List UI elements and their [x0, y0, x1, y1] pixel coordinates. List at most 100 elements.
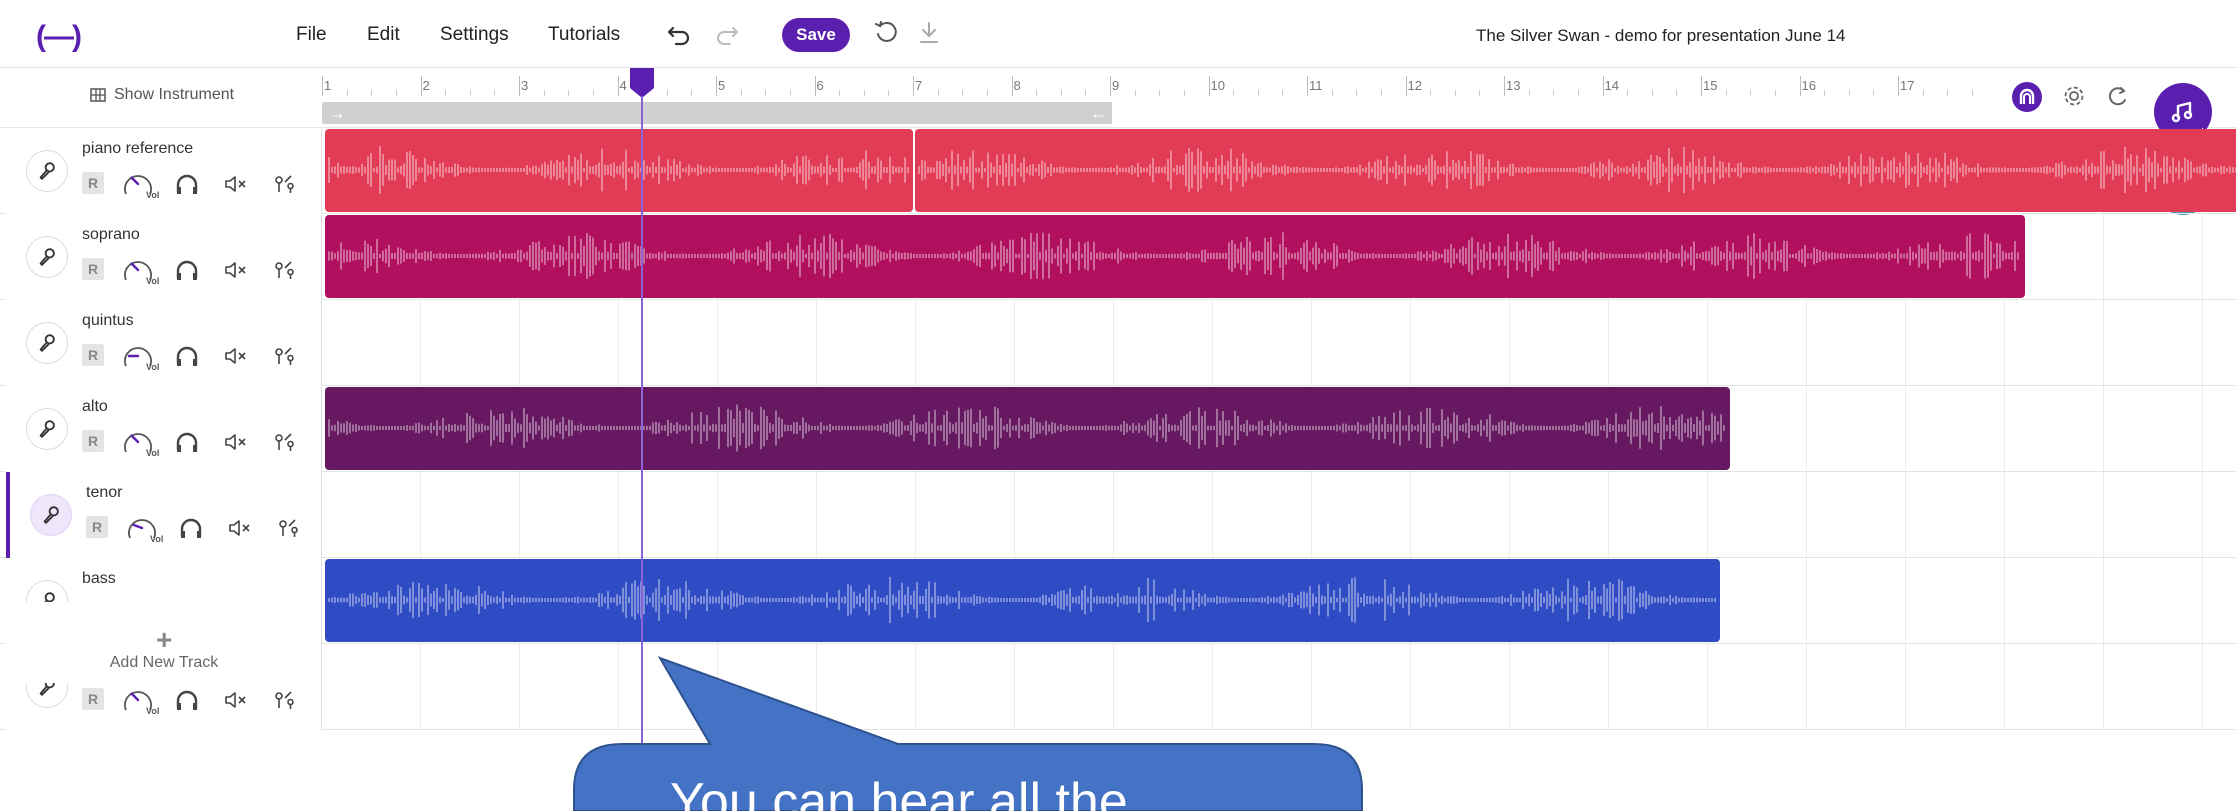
menu-settings[interactable]: Settings: [440, 24, 509, 46]
beat-tick: [1725, 90, 1727, 96]
audio-clip[interactable]: [325, 215, 2025, 298]
bar-tick: [1701, 76, 1702, 96]
record-arm-button[interactable]: R: [82, 172, 104, 194]
track-row-0: piano reference R Vol: [0, 128, 2236, 214]
mute-speaker-icon[interactable]: [228, 518, 254, 538]
beat-tick: [371, 90, 373, 96]
track-header[interactable]: quintus R Vol: [6, 300, 322, 386]
record-arm-button[interactable]: R: [82, 258, 104, 280]
record-arm-button[interactable]: R: [82, 430, 104, 452]
headphones-solo-icon[interactable]: [174, 172, 200, 196]
track-row-4: tenor R Vol: [0, 472, 2236, 558]
effects-icon[interactable]: [272, 344, 296, 368]
audio-clip[interactable]: [325, 387, 1730, 470]
audio-clip[interactable]: [915, 129, 2236, 212]
beat-tick: [494, 90, 496, 96]
instrument-button[interactable]: [26, 236, 68, 278]
beat-tick: [789, 90, 791, 96]
effects-icon[interactable]: [272, 172, 296, 196]
track-row-3: alto R Vol: [0, 386, 2236, 472]
track-header[interactable]: soprano R Vol: [6, 214, 322, 300]
mute-speaker-icon[interactable]: [224, 174, 250, 194]
menu-edit[interactable]: Edit: [367, 24, 400, 46]
track-header[interactable]: alto R Vol: [6, 386, 322, 472]
loop-start-arrow[interactable]: →: [328, 102, 346, 124]
track-name[interactable]: piano reference: [82, 140, 193, 158]
beat-tick: [937, 90, 939, 96]
track-name[interactable]: alto: [82, 398, 108, 416]
metronome-button[interactable]: [2012, 82, 2042, 112]
show-instrument-toggle[interactable]: Show Instrument: [90, 86, 234, 104]
headphones-solo-icon[interactable]: [174, 258, 200, 282]
record-arm-button[interactable]: R: [82, 344, 104, 366]
loop-toggle-icon[interactable]: [2104, 82, 2132, 110]
instrument-button[interactable]: [26, 150, 68, 192]
track-lane[interactable]: [322, 472, 2236, 558]
history-icon[interactable]: [872, 18, 902, 48]
app-logo[interactable]: (—): [36, 20, 82, 54]
volume-label: Vol: [146, 706, 160, 716]
mute-speaker-icon[interactable]: [224, 346, 250, 366]
redo-icon[interactable]: [712, 18, 742, 48]
effects-icon[interactable]: [276, 516, 300, 540]
effects-icon[interactable]: [272, 688, 296, 712]
beat-tick: [1627, 90, 1629, 96]
track-lane[interactable]: [322, 644, 2236, 730]
beat-tick: [1134, 90, 1136, 96]
record-arm-button[interactable]: R: [82, 688, 104, 710]
mute-speaker-icon[interactable]: [224, 432, 250, 452]
plus-icon: +: [156, 624, 173, 655]
instrument-button[interactable]: [26, 322, 68, 364]
track-lane[interactable]: [322, 386, 2236, 472]
track-name[interactable]: quintus: [82, 312, 134, 330]
add-new-track-button[interactable]: + Add New Track: [6, 602, 322, 683]
instrument-button[interactable]: [26, 408, 68, 450]
loop-region[interactable]: → ←: [322, 102, 1112, 124]
menu-file[interactable]: File: [296, 24, 327, 46]
menu-tutorials[interactable]: Tutorials: [548, 24, 620, 46]
microphone-icon: [43, 506, 59, 524]
beat-tick: [1479, 90, 1481, 96]
effects-icon[interactable]: [272, 430, 296, 454]
mute-speaker-icon[interactable]: [224, 260, 250, 280]
track-header[interactable]: tenor R Vol: [6, 472, 322, 558]
bar-number-13: 13: [1506, 78, 1521, 93]
mute-speaker-icon[interactable]: [224, 690, 250, 710]
beat-tick: [1454, 90, 1456, 96]
track-lane[interactable]: [322, 558, 2236, 644]
audio-clip[interactable]: [325, 559, 1720, 642]
playhead-handle[interactable]: [630, 68, 654, 98]
bar-number-8: 8: [1013, 78, 1021, 93]
instrument-button[interactable]: [30, 494, 72, 536]
beat-tick: [1060, 90, 1062, 96]
bar-tick: [1110, 76, 1111, 96]
loop-end-arrow[interactable]: ←: [1090, 102, 1108, 124]
settings-gear-icon[interactable]: [2060, 82, 2088, 110]
track-lane[interactable]: [322, 214, 2236, 300]
download-icon[interactable]: [914, 18, 944, 48]
bar-number-6: 6: [816, 78, 824, 93]
project-title[interactable]: The Silver Swan - demo for presentation …: [1476, 26, 1845, 46]
track-header[interactable]: piano reference R Vol: [6, 128, 322, 214]
record-arm-button[interactable]: R: [86, 516, 108, 538]
beat-tick: [592, 90, 594, 96]
bar-tick: [617, 76, 619, 96]
headphones-solo-icon[interactable]: [178, 516, 204, 540]
headphones-solo-icon[interactable]: [174, 688, 200, 712]
track-lane[interactable]: [322, 300, 2236, 386]
effects-icon[interactable]: [272, 258, 296, 282]
audio-clip[interactable]: [325, 129, 913, 212]
save-button[interactable]: Save: [782, 18, 850, 52]
headphones-solo-icon[interactable]: [174, 344, 200, 368]
track-name[interactable]: tenor: [86, 484, 122, 502]
headphones-solo-icon[interactable]: [174, 430, 200, 454]
track-name[interactable]: bass: [82, 570, 116, 588]
track-name[interactable]: soprano: [82, 226, 140, 244]
track-lane[interactable]: [322, 128, 2236, 214]
waveform: [328, 146, 909, 194]
volume-label: Vol: [146, 448, 160, 458]
bar-tick: [1405, 76, 1407, 96]
beat-tick: [1528, 90, 1530, 96]
beat-tick: [1553, 90, 1555, 96]
undo-icon[interactable]: [664, 18, 694, 48]
